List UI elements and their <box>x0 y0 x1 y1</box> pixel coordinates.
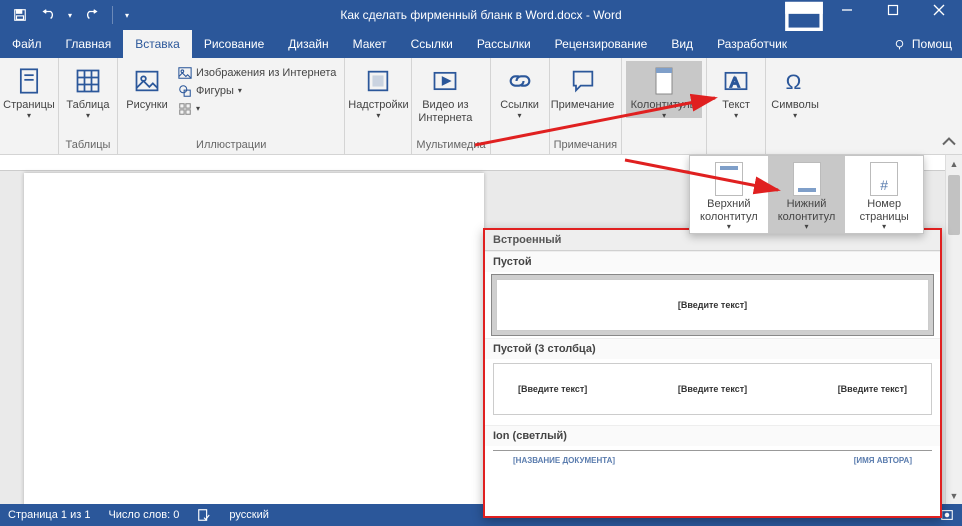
language-indicator[interactable]: русский <box>229 509 268 521</box>
gallery-section-blank: Пустой <box>485 251 940 272</box>
maximize-button[interactable] <box>870 0 916 25</box>
textbox-icon: A <box>720 65 752 97</box>
picture-icon <box>131 65 163 97</box>
gallery-section-ion: Ion (светлый) <box>485 425 940 446</box>
comment-icon <box>567 65 599 97</box>
spellcheck-button[interactable] <box>197 508 211 522</box>
group-tables: Таблица▾ Таблицы <box>59 58 118 154</box>
group-headerfooter: Колонтитулы▾ <box>622 58 707 154</box>
group-addins: Надстройки▾ <box>345 58 412 154</box>
collapse-ribbon-button[interactable] <box>940 134 958 152</box>
text-button[interactable]: A Текст▾ <box>711 61 761 118</box>
links-button[interactable]: Ссылки▾ <box>495 61 545 118</box>
quick-access-toolbar: ▾ ▾ <box>0 0 133 30</box>
tab-mailings[interactable]: Рассылки <box>465 30 543 58</box>
word-count[interactable]: Число слов: 0 <box>108 509 179 521</box>
tab-design[interactable]: Дизайн <box>276 30 340 58</box>
footer-button[interactable]: Нижний колонтитул▾ <box>768 156 846 233</box>
gallery-item-blank3[interactable]: [Введите текст] [Введите текст] [Введите… <box>485 359 940 425</box>
tab-review[interactable]: Рецензирование <box>543 30 660 58</box>
document-page[interactable] <box>24 173 484 504</box>
svg-text:A: A <box>730 74 740 90</box>
tab-file[interactable]: Файл <box>0 30 54 58</box>
close-button[interactable] <box>916 0 962 25</box>
title-bar: ▾ ▾ Как сделать фирменный бланк в Word.d… <box>0 0 962 30</box>
symbols-button[interactable]: Ω Символы▾ <box>770 61 820 118</box>
tab-layout[interactable]: Макет <box>341 30 399 58</box>
addins-icon <box>362 65 394 97</box>
pagenum-icon: # <box>870 162 898 196</box>
comment-button[interactable]: Примечание <box>554 61 612 112</box>
qat-customize[interactable]: ▾ <box>121 3 133 27</box>
redo-button[interactable] <box>80 3 104 27</box>
online-pictures-button[interactable]: Изображения из Интернета <box>174 65 340 81</box>
link-icon <box>504 65 536 97</box>
group-links: Ссылки▾ <box>491 58 550 154</box>
online-video-button[interactable]: Видео из Интернета <box>416 61 474 124</box>
table-button[interactable]: Таблица▾ <box>63 61 113 118</box>
pictures-button[interactable]: Рисунки <box>122 61 172 112</box>
page-icon <box>13 65 45 97</box>
headerfooter-button[interactable]: Колонтитулы▾ <box>626 61 702 118</box>
page-number-button[interactable]: # Номер страницы▾ <box>845 156 923 233</box>
undo-button[interactable] <box>36 3 60 27</box>
illustrations-more[interactable]: ▾ <box>174 101 340 117</box>
undo-dropdown[interactable]: ▾ <box>64 3 76 27</box>
footer-gallery: Встроенный Пустой [Введите текст] Пустой… <box>483 228 942 518</box>
vertical-scrollbar[interactable]: ▲ ▼ <box>945 155 962 504</box>
tab-draw[interactable]: Рисование <box>192 30 276 58</box>
window-title: Как сделать фирменный бланк в Word.docx … <box>340 8 621 22</box>
group-illustrations: Рисунки Изображения из Интернета Фигуры … <box>118 58 345 154</box>
group-media: Видео из Интернета Мультимедиа <box>412 58 490 154</box>
tab-references[interactable]: Ссылки <box>399 30 465 58</box>
tell-me-label: Помощ <box>912 37 952 51</box>
header-button[interactable]: Верхний колонтитул▾ <box>690 156 768 233</box>
minimize-button[interactable] <box>824 0 870 25</box>
scrollbar-thumb[interactable] <box>948 175 960 235</box>
footer-icon <box>793 162 821 196</box>
header-icon <box>715 162 743 196</box>
tab-home[interactable]: Главная <box>54 30 124 58</box>
scroll-down-icon[interactable]: ▼ <box>946 487 962 504</box>
pages-button[interactable]: Страницы▾ <box>4 61 54 118</box>
tab-view[interactable]: Вид <box>659 30 705 58</box>
scroll-up-icon[interactable]: ▲ <box>946 155 962 172</box>
headerfooter-flyout: Верхний колонтитул▾ Нижний колонтитул▾ #… <box>689 155 924 234</box>
save-button[interactable] <box>8 3 32 27</box>
gallery-item-ion[interactable]: [НАЗВАНИЕ ДОКУМЕНТА] [ИМЯ АВТОРА] <box>485 446 940 472</box>
group-text: A Текст▾ <box>707 58 766 154</box>
ribbon-display-options[interactable] <box>784 0 824 35</box>
tab-insert[interactable]: Вставка <box>123 30 192 58</box>
page-indicator[interactable]: Страница 1 из 1 <box>8 509 90 521</box>
svg-text:Ω: Ω <box>786 71 802 94</box>
macro-record-button[interactable] <box>940 508 954 522</box>
omega-icon: Ω <box>779 65 811 97</box>
ribbon: Страницы▾ Таблица▾ Таблицы Рисунки Изобр… <box>0 58 962 155</box>
video-icon <box>429 65 461 97</box>
table-icon <box>72 65 104 97</box>
addins-button[interactable]: Надстройки▾ <box>349 61 407 118</box>
group-comments: Примечание Примечания <box>550 58 623 154</box>
group-symbols: Ω Символы▾ <box>766 58 824 154</box>
group-pages: Страницы▾ <box>0 58 59 154</box>
shapes-button[interactable]: Фигуры ▾ <box>174 83 340 99</box>
headerfooter-icon <box>648 65 680 97</box>
gallery-section-blank3: Пустой (3 столбца) <box>485 338 940 359</box>
gallery-item-blank[interactable]: [Введите текст] <box>491 274 934 336</box>
